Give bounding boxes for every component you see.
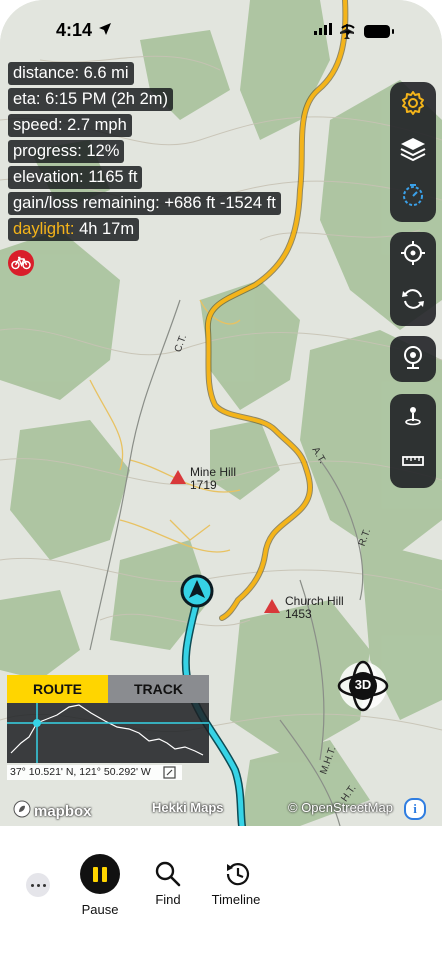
map-tools-group-measure bbox=[390, 394, 436, 488]
map-tools-group-webcam bbox=[390, 336, 436, 382]
stat-gain-loss: gain/loss remaining: +686 ft -1524 ft bbox=[8, 192, 281, 215]
timer-button[interactable] bbox=[390, 174, 436, 220]
trip-stats-overlay: distance: 6.6 mi eta: 6:15 PM (2h 2m) sp… bbox=[8, 62, 281, 244]
ruler-icon bbox=[400, 448, 426, 479]
app-screen: Mine Hill 1719 Church Hill 1453 C.T. A.T… bbox=[0, 0, 442, 960]
webcam-icon bbox=[400, 344, 426, 375]
gear-icon bbox=[400, 90, 426, 121]
pause-button[interactable] bbox=[80, 854, 120, 894]
coordinates-readout: 37° 10.521' N, 121° 50.292' W bbox=[7, 765, 182, 780]
info-icon[interactable]: i bbox=[404, 798, 426, 820]
crosshair-icon bbox=[400, 240, 426, 271]
waypoint-button[interactable] bbox=[390, 394, 436, 440]
toggle-3d-button[interactable]: 3D bbox=[337, 660, 389, 712]
pause-icon bbox=[93, 866, 98, 882]
battery-icon bbox=[364, 24, 394, 38]
elevation-profile[interactable] bbox=[7, 703, 209, 763]
center-location-button[interactable] bbox=[390, 232, 436, 278]
daylight-value: 4h 17m bbox=[79, 220, 135, 238]
osm-attribution[interactable]: © OpenStreetMap bbox=[288, 800, 393, 815]
wifi-icon bbox=[340, 22, 356, 40]
church-hill-elevation: 1453 bbox=[285, 607, 312, 621]
button-3d-label: 3D bbox=[354, 677, 372, 692]
church-hill-label: Church Hill 1453 bbox=[285, 595, 344, 621]
cellular-signal-icon bbox=[314, 22, 332, 40]
stat-eta: eta: 6:15 PM (2h 2m) bbox=[8, 88, 173, 111]
elevation-profile-graph bbox=[7, 703, 209, 763]
stat-speed: speed: 2.7 mph bbox=[8, 114, 132, 137]
settings-button[interactable] bbox=[390, 82, 436, 128]
mapbox-logo-icon bbox=[13, 800, 31, 822]
location-arrow-icon bbox=[98, 22, 112, 41]
layers-button[interactable] bbox=[390, 128, 436, 174]
mine-hill-label: Mine Hill 1719 bbox=[190, 466, 236, 492]
edit-coordinates-icon[interactable] bbox=[163, 766, 176, 779]
stat-progress: progress: 12% bbox=[8, 140, 125, 163]
waypoint-icon bbox=[400, 402, 426, 433]
search-icon bbox=[155, 861, 181, 887]
pause-icon-bar bbox=[102, 866, 107, 882]
timeline-label[interactable]: Timeline bbox=[196, 892, 276, 907]
ruler-button[interactable] bbox=[390, 440, 436, 486]
status-time: 4:14 bbox=[56, 20, 93, 40]
hekki-maps-attribution: Hekki Maps bbox=[152, 800, 224, 815]
reset-rotation-button[interactable] bbox=[390, 278, 436, 324]
daylight-label: daylight: bbox=[13, 220, 75, 238]
mine-hill-elevation: 1719 bbox=[190, 478, 217, 492]
stat-distance: distance: 6.6 mi bbox=[8, 62, 134, 85]
elevation-panel: ROUTE TRACK bbox=[7, 675, 209, 763]
tab-track[interactable]: TRACK bbox=[108, 675, 209, 703]
route-track-tabs: ROUTE TRACK bbox=[7, 675, 209, 703]
more-options-button[interactable] bbox=[26, 873, 50, 897]
timeline-button[interactable] bbox=[223, 860, 251, 893]
history-clock-icon bbox=[226, 863, 250, 886]
tab-route[interactable]: ROUTE bbox=[7, 675, 108, 703]
find-button[interactable] bbox=[154, 860, 182, 893]
status-bar: 4:14 bbox=[0, 18, 442, 48]
timer-icon bbox=[400, 182, 426, 213]
mapbox-text: mapbox bbox=[34, 802, 92, 820]
stat-daylight: daylight: 4h 17m bbox=[8, 218, 140, 241]
bottom-toolbar: Pause Find Timeline bbox=[0, 826, 442, 960]
status-indicators bbox=[314, 22, 394, 40]
refresh-icon bbox=[400, 286, 426, 317]
webcam-button[interactable] bbox=[390, 336, 436, 382]
map-tools-group-top bbox=[390, 82, 436, 222]
map-tools-group-location bbox=[390, 232, 436, 326]
layers-icon bbox=[399, 136, 427, 167]
mapbox-attribution[interactable]: mapbox bbox=[13, 800, 92, 822]
stat-elevation: elevation: 1165 ft bbox=[8, 166, 143, 189]
bike-mode-icon[interactable] bbox=[8, 250, 34, 276]
